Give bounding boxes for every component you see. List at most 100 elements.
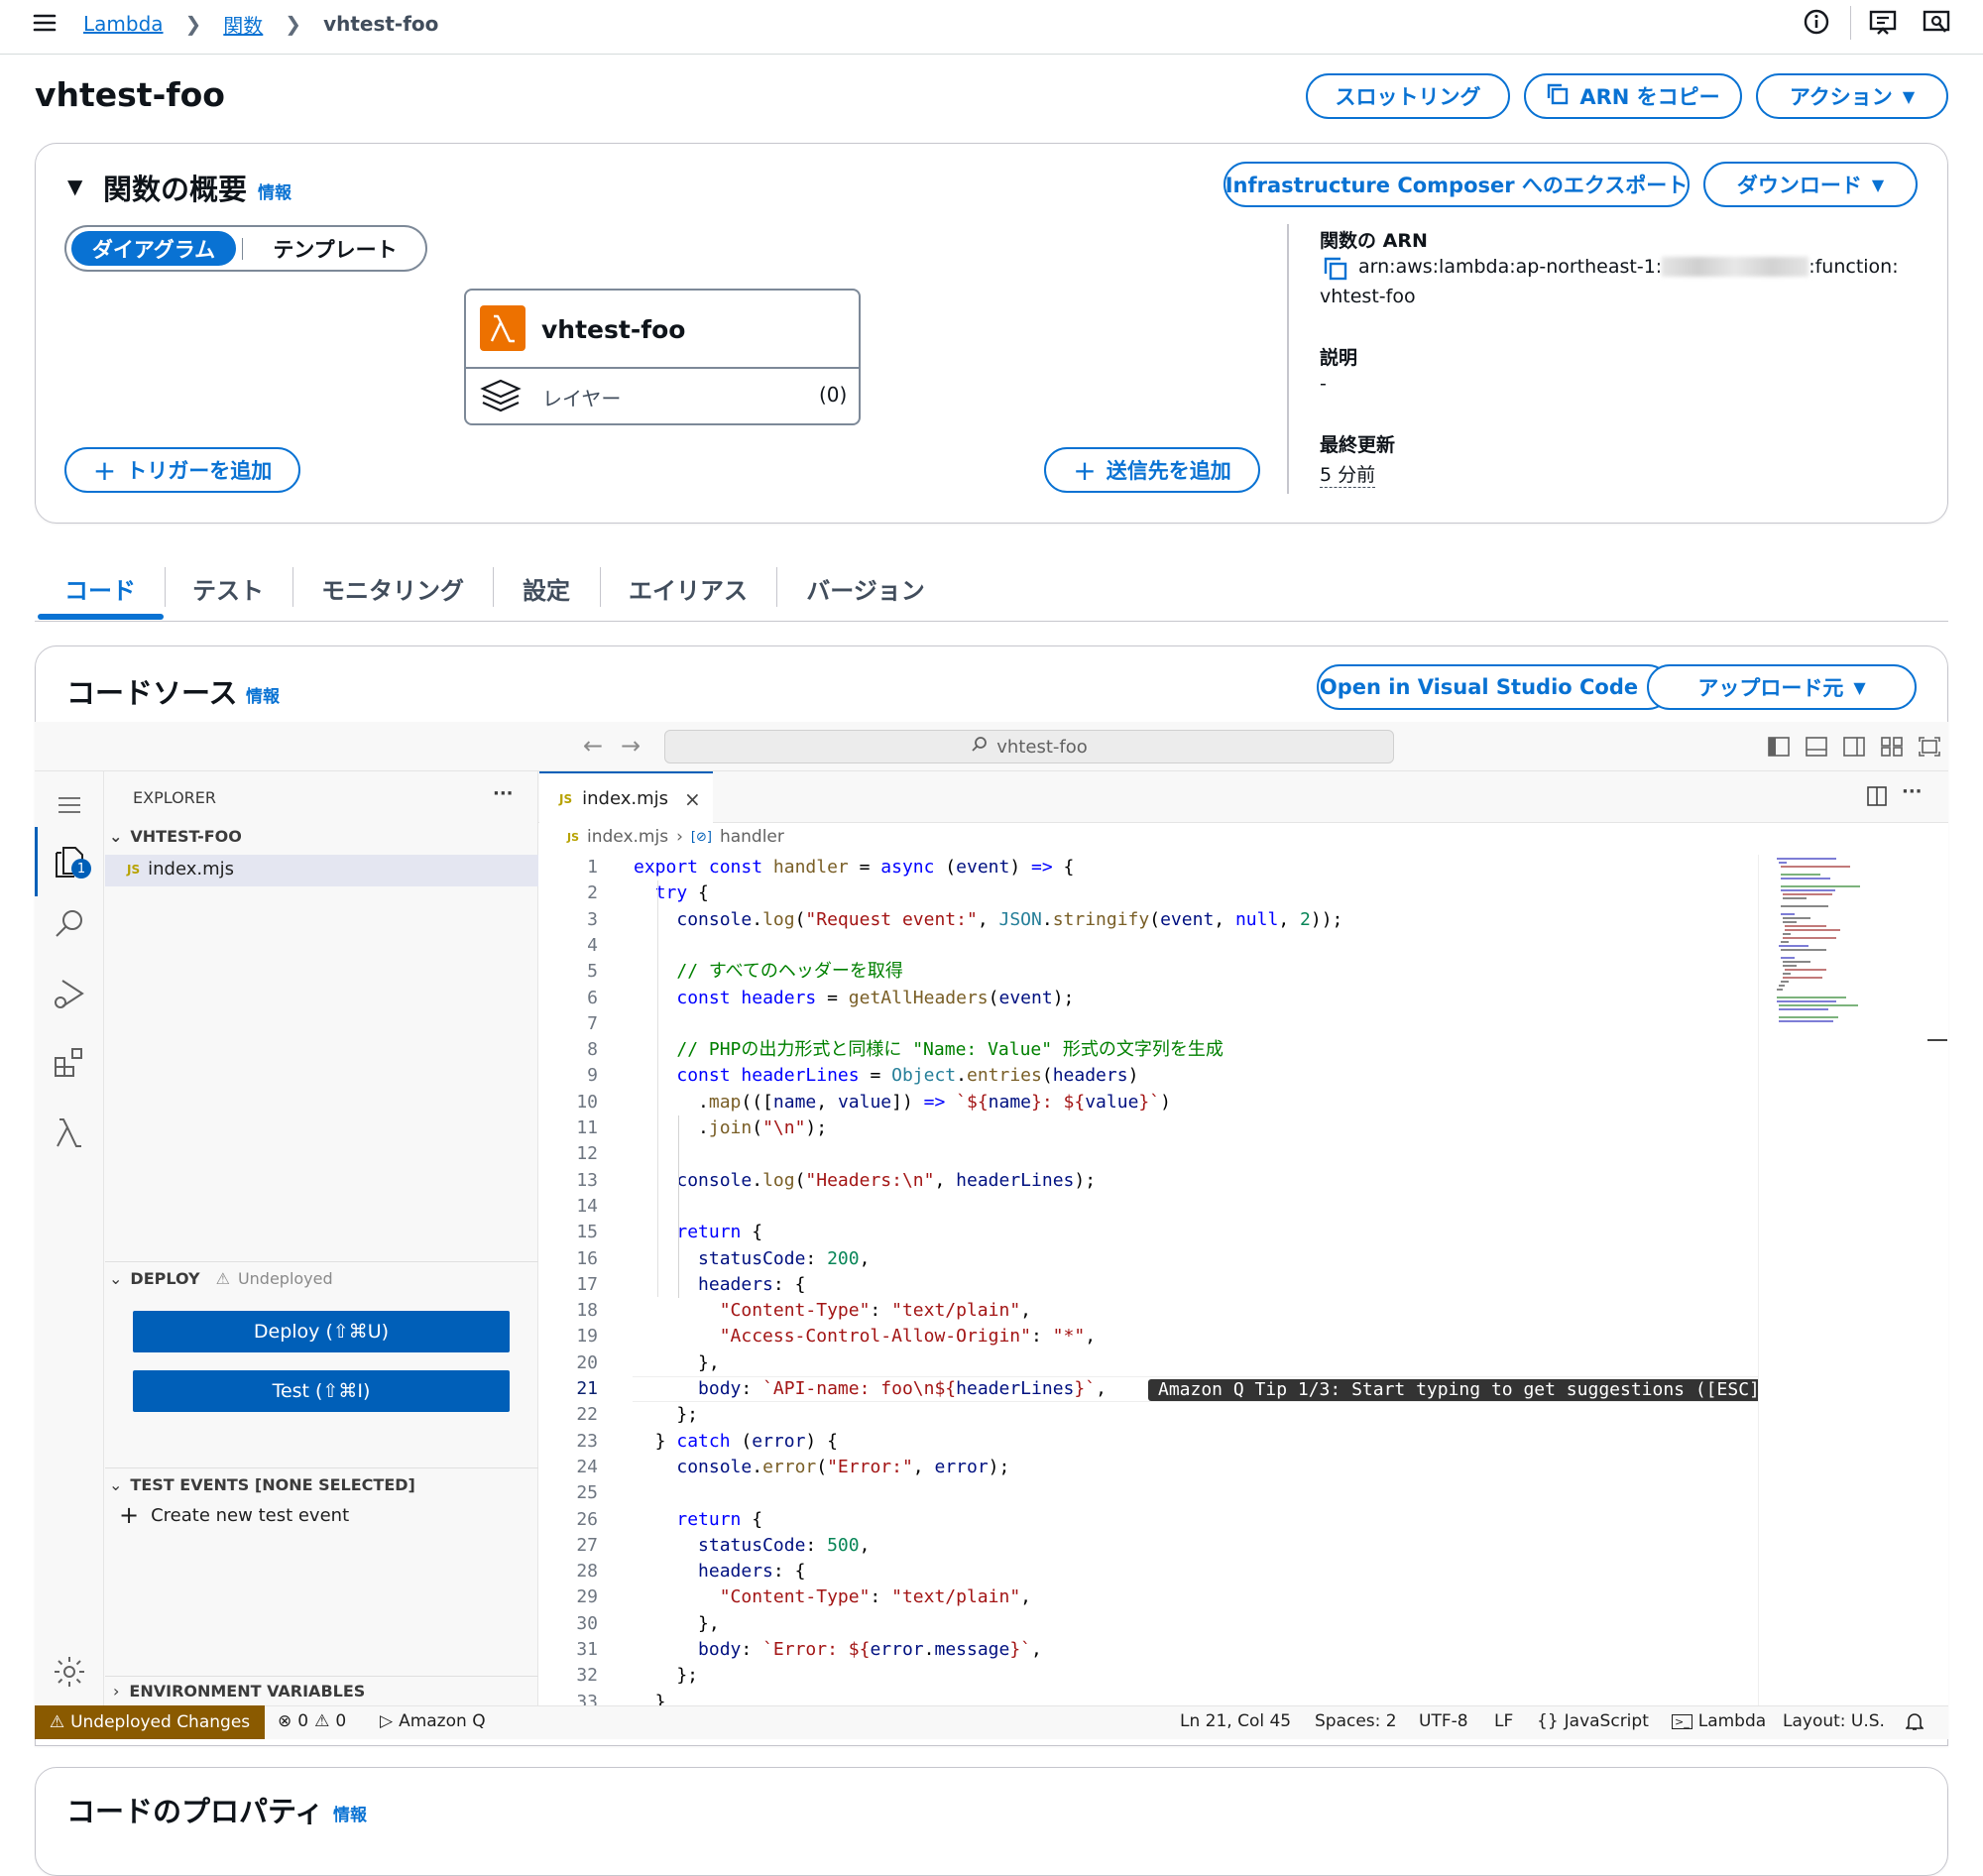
toggle-primary-sidebar-icon[interactable]: [1767, 736, 1791, 762]
amazon-q-item[interactable]: ▷ Amazon Q: [380, 1707, 486, 1735]
explorer-more-icon[interactable]: ···: [493, 783, 514, 804]
copy-icon: [1546, 82, 1570, 111]
code-source-info-link[interactable]: 情報: [246, 682, 280, 707]
tab-aliases[interactable]: エイリアス: [601, 555, 775, 621]
code-line: statusCode: 200,: [698, 1247, 871, 1269]
editor-breadcrumb-symbol[interactable]: handler: [720, 827, 784, 847]
tab-test[interactable]: テスト: [165, 555, 292, 621]
tab-monitoring[interactable]: モニタリング: [293, 555, 492, 621]
create-test-event[interactable]: + Create new test event: [119, 1501, 349, 1529]
encoding-item[interactable]: UTF-8: [1419, 1707, 1468, 1735]
actions-dropdown[interactable]: アクション ▼: [1756, 73, 1948, 119]
folder-row[interactable]: ⌄ VHTEST-FOO: [109, 827, 242, 846]
toggle-secondary-sidebar-icon[interactable]: [1842, 736, 1866, 762]
toggle-panel-icon[interactable]: [1805, 736, 1828, 762]
add-destination-button[interactable]: + 送信先を追加: [1044, 447, 1260, 493]
deploy-section-header[interactable]: ⌄ DEPLOY ⚠ Undeployed: [109, 1269, 333, 1288]
bell-icon[interactable]: [1906, 1707, 1924, 1735]
activity-bar: 1: [35, 771, 104, 1705]
throttle-button[interactable]: スロットリング: [1306, 73, 1510, 119]
tab-test-label: テスト: [192, 576, 264, 605]
problems-item[interactable]: ⊗ 0 ⚠ 0: [278, 1707, 346, 1735]
menu-icon[interactable]: [35, 775, 104, 835]
deploy-section-title: DEPLOY: [130, 1269, 200, 1288]
overview-info-link[interactable]: 情報: [258, 178, 292, 203]
chevron-right-icon: ❯: [184, 12, 202, 36]
explorer-icon[interactable]: [35, 831, 104, 890]
file-name: index.mjs: [148, 859, 234, 879]
file-row[interactable]: JS index.mjs: [127, 859, 234, 879]
open-vscode-button[interactable]: Open in Visual Studio Code: [1317, 664, 1671, 710]
tutorial-icon[interactable]: [1922, 8, 1951, 38]
code-line: console.error("Error:", error);: [676, 1456, 1010, 1477]
command-center-search[interactable]: vhtest-foo: [664, 730, 1394, 763]
code-properties-info-link[interactable]: 情報: [333, 1801, 367, 1825]
toggle-diagram[interactable]: ダイアグラム: [71, 231, 236, 266]
play-icon: ▷: [380, 1711, 394, 1731]
indentation-item[interactable]: Spaces: 2: [1315, 1707, 1397, 1735]
close-icon[interactable]: ×: [684, 787, 701, 811]
error-count: 0: [297, 1711, 309, 1731]
toggle-template[interactable]: テンプレート: [248, 231, 422, 266]
copy-arn-button[interactable]: ARN をコピー: [1524, 73, 1742, 119]
editor-breadcrumb-file[interactable]: index.mjs: [587, 827, 668, 847]
forward-arrow-icon[interactable]: →: [621, 732, 641, 760]
env-vars-section-header[interactable]: › ENVIRONMENT VARIABLES: [113, 1682, 365, 1700]
collapse-toggle-icon[interactable]: ▼: [67, 175, 82, 198]
extensions-icon[interactable]: [35, 1033, 104, 1093]
customize-layout-icon[interactable]: [1880, 736, 1904, 762]
create-test-event-label: Create new test event: [151, 1504, 350, 1526]
eol-item[interactable]: LF: [1494, 1707, 1513, 1735]
keyboard-layout-item[interactable]: Layout: U.S.: [1783, 1707, 1885, 1735]
code-area[interactable]: 1 2 3 4 5 6 7 8 9 10 11 12 13 14 15 16 17 18 19 20 21 22 23 24 2…: [538, 855, 1758, 1705]
line-number: 7: [587, 1012, 598, 1034]
line-number: 17: [576, 1273, 598, 1295]
export-composer-button[interactable]: Infrastructure Composer へのエクスポート: [1224, 162, 1690, 207]
env-vars-section-title: ENVIRONMENT VARIABLES: [129, 1682, 366, 1700]
undeployed-changes-item[interactable]: ⚠ Undeployed Changes: [35, 1705, 265, 1739]
split-editor-icon[interactable]: [1866, 785, 1888, 811]
back-arrow-icon[interactable]: ←: [583, 732, 603, 760]
warning-count: 0: [335, 1711, 347, 1731]
toggle-diagram-label: ダイアグラム: [91, 237, 216, 262]
actions-dropdown-label: アクション: [1789, 85, 1893, 109]
language-mode-item[interactable]: {} JavaScript: [1537, 1707, 1649, 1735]
add-trigger-button[interactable]: + トリガーを追加: [64, 447, 300, 493]
code-line: }: [634, 1691, 666, 1705]
keyboard-layout: Layout: U.S.: [1783, 1711, 1885, 1731]
info-icon[interactable]: [1803, 8, 1830, 36]
code-line: const headerLines = Object.entries(heade…: [676, 1065, 1139, 1087]
lambda-label: Lambda: [1697, 1711, 1767, 1731]
lambda-item[interactable]: >_ Lambda: [1672, 1707, 1766, 1735]
test-button[interactable]: Test (⇧⌘I): [133, 1370, 510, 1412]
copy-icon[interactable]: [1323, 256, 1348, 282]
test-events-section-header[interactable]: ⌄ TEST EVENTS [NONE SELECTED]: [109, 1475, 415, 1494]
gear-icon[interactable]: [35, 1642, 104, 1701]
warning-icon: ⚠: [215, 1269, 230, 1288]
editor-tab-index[interactable]: JS index.mjs ×: [539, 771, 713, 824]
breadcrumb-lambda[interactable]: Lambda: [83, 12, 164, 36]
feedback-icon[interactable]: [1868, 8, 1898, 38]
download-dropdown[interactable]: ダウンロード ▼: [1703, 162, 1918, 207]
upload-from-dropdown[interactable]: アップロード元 ▼: [1647, 664, 1917, 710]
minimap[interactable]: [1758, 855, 1948, 1705]
line-number: 29: [576, 1586, 598, 1608]
search-icon[interactable]: [35, 894, 104, 954]
run-debug-icon[interactable]: [35, 964, 104, 1023]
tab-code[interactable]: コード: [38, 555, 163, 621]
code-line: headers: {: [698, 1273, 806, 1295]
editor-tab-label: index.mjs: [582, 788, 668, 809]
breadcrumb-functions[interactable]: 関数: [223, 10, 263, 39]
amazon-q-label: Amazon Q: [399, 1711, 486, 1731]
editor-more-icon[interactable]: ···: [1902, 781, 1923, 802]
maximize-icon[interactable]: [1918, 736, 1941, 762]
menu-icon[interactable]: [32, 10, 58, 36]
download-dropdown-label: ダウンロード: [1736, 174, 1862, 197]
arn-function-name: vhtest-foo: [1320, 286, 1416, 307]
tab-versions[interactable]: バージョン: [777, 555, 954, 621]
lambda-icon[interactable]: [35, 1103, 104, 1162]
cursor-position-item[interactable]: Ln 21, Col 45: [1180, 1707, 1291, 1735]
last-modified-label: 最終更新: [1320, 434, 1396, 456]
tab-configuration[interactable]: 設定: [494, 555, 599, 621]
deploy-button[interactable]: Deploy (⇧⌘U): [133, 1311, 510, 1352]
